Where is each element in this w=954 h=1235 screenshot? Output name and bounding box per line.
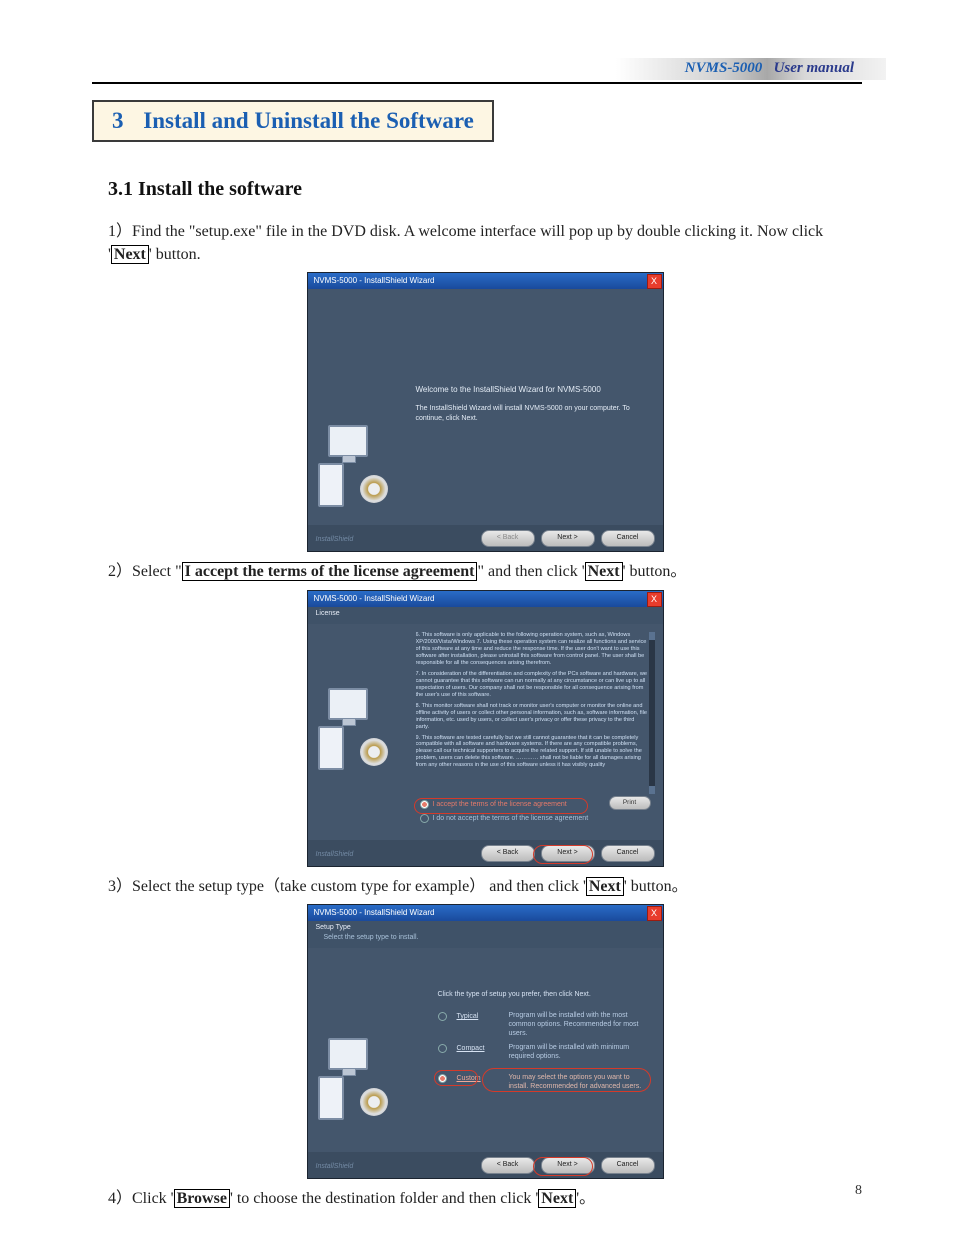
wizard1-heading: Welcome to the InstallShield Wizard for … [416,385,649,396]
wizard1-text: Welcome to the InstallShield Wizard for … [416,385,649,423]
wizard3-footer: InstallShield < Back Next > Cancel [308,1152,663,1178]
license-text: 6. This software is only applicable to t… [416,632,649,794]
step4-browse-box: Browse [174,1189,230,1208]
close-icon[interactable]: X [647,274,662,289]
highlight-oval-next [533,845,593,864]
step1-text-a: 1）Find the "setup.exe" file in the DVD d… [108,223,823,263]
highlight-oval-custom-desc [482,1068,651,1092]
chapter-heading: 3 Install and Uninstall the Software [92,100,494,142]
license-para-9: 9. This software are tested carefully bu… [416,735,649,770]
highlight-oval-accept [414,798,588,814]
step-4: 4）Click 'Browse' to choose the destinati… [108,1187,862,1210]
radio-icon [438,1044,447,1053]
wizard3-sub-a: Setup Type [316,923,655,933]
wizard1-footer: InstallShield < Back Next > Cancel [308,525,663,551]
cancel-button[interactable]: Cancel [601,530,655,547]
computer-icon [318,1038,388,1120]
wizard2-subheader: License [308,607,663,624]
radio-compact[interactable]: Compact Program will be installed with m… [438,1044,649,1062]
compact-desc: Program will be installed with minimum r… [509,1044,649,1062]
chapter-title: Install and Uninstall the Software [143,108,474,133]
header-manual: User manual [774,60,854,76]
wizard3-titlebar: NVMS-5000 - InstallShield Wizard X [308,905,663,921]
step3-text-b: ' button。 [624,878,688,895]
body-content: 1）Find the "setup.exe" file in the DVD d… [108,220,862,1216]
license-para-6: 6. This software is only applicable to t… [416,632,649,667]
step1-text-b: ' button. [149,246,201,263]
next-button[interactable]: Next > [541,530,595,547]
computer-icon [318,425,388,507]
close-icon[interactable]: X [647,592,662,607]
wizard-license: NVMS-5000 - InstallShield Wizard X Licen… [307,590,664,867]
step1-next-box: Next [111,245,149,264]
step3-next-box: Next [586,877,624,896]
radio-icon [438,1012,447,1021]
installshield-brand: InstallShield [316,1162,354,1172]
highlight-oval-next [533,1157,593,1176]
step4-text-a: 4）Click ' [108,1190,174,1207]
wizard-setup-type: NVMS-5000 - InstallShield Wizard X Setup… [307,904,664,1179]
chapter-number: 3 [112,108,124,133]
step2-text-c: ' button。 [623,563,687,580]
wizard3-subheader: Setup Type Select the setup type to inst… [308,921,663,948]
wizard-welcome: NVMS-5000 - InstallShield Wizard X Welco… [307,272,664,552]
step2-accept-box: I accept the terms of the license agreem… [182,562,478,581]
step-3: 3）Select the setup type（take custom type… [108,875,862,898]
wizard3-intro: Click the type of setup you prefer, then… [438,990,649,1000]
header-rule [92,82,862,84]
wizard3-title: NVMS-5000 - InstallShield Wizard [314,908,435,917]
back-button[interactable]: < Back [481,845,535,862]
radio-reject-label: I do not accept the terms of the license… [433,814,589,824]
wizard3-body: Click the type of setup you prefer, then… [308,948,663,1152]
installshield-brand: InstallShield [316,535,354,545]
installshield-brand: InstallShield [316,850,354,860]
wizard2-body: 6. This software is only applicable to t… [308,624,663,840]
cancel-button[interactable]: Cancel [601,1157,655,1174]
wizard2-footer: InstallShield < Back Next > Cancel [308,840,663,866]
back-button[interactable]: < Back [481,1157,535,1174]
step-1: 1）Find the "setup.exe" file in the DVD d… [108,220,862,266]
print-button[interactable]: Print [609,796,651,810]
license-para-7: 7. In consideration of the differentiati… [416,671,649,699]
back-button: < Back [481,530,535,547]
radio-icon [420,814,429,823]
wizard1-para: The InstallShield Wizard will install NV… [416,404,649,423]
step2-text-a: 2）Select " [108,563,182,580]
wizard1-titlebar: NVMS-5000 - InstallShield Wizard X [308,273,663,289]
step2-next-box: Next [585,562,623,581]
close-icon[interactable]: X [647,906,662,921]
section-title: 3.1 Install the software [108,178,302,201]
wizard2-sub-a: License [316,609,655,619]
computer-icon [318,688,388,770]
page: NVMS-5000 User manual 3 Install and Unin… [0,0,954,1235]
step-2: 2）Select "I accept the terms of the lice… [108,560,862,583]
typical-label: Typical [457,1012,499,1022]
license-para-8: 8. This monitor software shall not track… [416,703,649,731]
page-number: 8 [855,1183,862,1199]
highlight-oval-custom [434,1070,478,1086]
compact-label: Compact [457,1044,499,1054]
step3-text-a: 3）Select the setup type（take custom type… [108,878,586,895]
wizard2-titlebar: NVMS-5000 - InstallShield Wizard X [308,591,663,607]
step4-next-box: Next [538,1189,576,1208]
radio-typical[interactable]: Typical Program will be installed with t… [438,1012,649,1038]
step4-text-b: ' to choose the destination folder and t… [230,1190,538,1207]
typical-desc: Program will be installed with the most … [509,1012,649,1038]
step4-text-c: '。 [576,1190,595,1207]
scrollbar[interactable] [649,632,655,794]
wizard1-body: Welcome to the InstallShield Wizard for … [308,289,663,525]
header-text: NVMS-5000 User manual [685,60,854,77]
radio-reject[interactable]: I do not accept the terms of the license… [420,814,649,824]
wizard3-sub-b: Select the setup type to install. [316,933,655,943]
wizard2-title: NVMS-5000 - InstallShield Wizard [314,594,435,603]
cancel-button[interactable]: Cancel [601,845,655,862]
header-product: NVMS-5000 [685,60,763,76]
wizard1-title: NVMS-5000 - InstallShield Wizard [314,276,435,285]
step2-text-b: " and then click ' [477,563,584,580]
